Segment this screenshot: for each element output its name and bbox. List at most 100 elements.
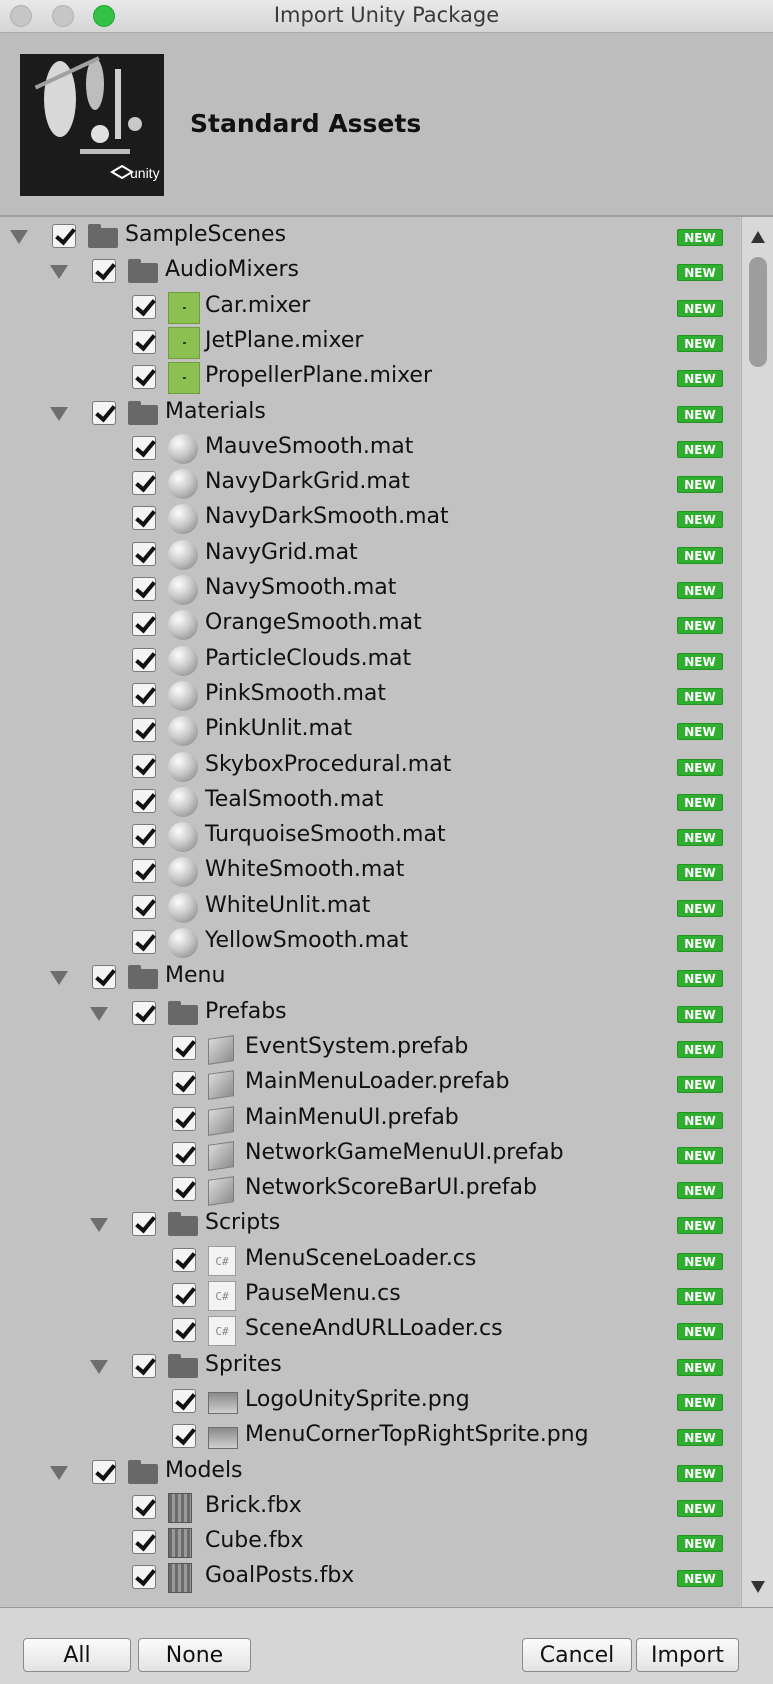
include-checkbox[interactable] xyxy=(92,1459,116,1484)
include-checkbox[interactable] xyxy=(132,1000,156,1025)
tree-row[interactable]: SkyboxProcedural.mat NEW xyxy=(0,750,740,785)
tree-row[interactable]: Menu NEW xyxy=(0,961,740,996)
include-checkbox[interactable] xyxy=(172,1141,196,1166)
tree-row[interactable]: LogoUnitySprite.png NEW xyxy=(0,1385,740,1420)
include-checkbox[interactable] xyxy=(132,577,156,601)
include-checkbox[interactable] xyxy=(172,1388,196,1413)
tree-row[interactable]: PropellerPlane.mixer NEW xyxy=(0,361,740,396)
tree-item-label: WhiteUnlit.mat xyxy=(205,892,371,918)
tree-row[interactable]: C# SceneAndURLLoader.cs NEW xyxy=(0,1314,740,1349)
expand-triangle-icon[interactable] xyxy=(90,1218,108,1233)
expand-triangle-icon[interactable] xyxy=(90,1006,108,1021)
tree-row[interactable]: NetworkGameMenuUI.prefab NEW xyxy=(0,1138,740,1173)
include-checkbox[interactable] xyxy=(172,1071,196,1096)
tree-row[interactable]: MenuCornerTopRightSprite.png NEW xyxy=(0,1420,740,1455)
include-checkbox[interactable] xyxy=(132,682,156,707)
include-checkbox[interactable] xyxy=(92,400,116,425)
tree-row[interactable]: SampleScenes NEW xyxy=(0,220,740,255)
include-checkbox[interactable] xyxy=(172,1283,196,1307)
expand-triangle-icon[interactable] xyxy=(90,1359,108,1374)
tree-row[interactable]: TurquoiseSmooth.mat NEW xyxy=(0,820,740,855)
include-checkbox[interactable] xyxy=(132,1494,156,1519)
scroll-down-arrow-icon[interactable] xyxy=(751,1581,765,1593)
tree-row[interactable]: NavyDarkGrid.mat NEW xyxy=(0,467,740,502)
include-checkbox[interactable] xyxy=(132,930,156,954)
include-checkbox[interactable] xyxy=(132,294,156,319)
include-checkbox[interactable] xyxy=(92,965,116,990)
include-checkbox[interactable] xyxy=(132,471,156,496)
tree-row[interactable]: Sprites NEW xyxy=(0,1350,740,1385)
tree-row[interactable]: NavyDarkSmooth.mat NEW xyxy=(0,502,740,537)
tree-row[interactable]: MainMenuUI.prefab NEW xyxy=(0,1103,740,1138)
scroll-thumb[interactable] xyxy=(749,257,767,367)
tree-row[interactable]: Scripts NEW xyxy=(0,1208,740,1243)
include-checkbox[interactable] xyxy=(132,1212,156,1237)
tree-row[interactable]: NavySmooth.mat NEW xyxy=(0,573,740,608)
include-checkbox[interactable] xyxy=(172,1318,196,1343)
include-checkbox[interactable] xyxy=(132,753,156,778)
tree-row[interactable]: GoalPosts.fbx NEW xyxy=(0,1561,740,1596)
tree-row[interactable]: PinkSmooth.mat NEW xyxy=(0,679,740,714)
expand-triangle-icon[interactable] xyxy=(50,406,68,421)
select-all-button[interactable]: All xyxy=(23,1638,131,1672)
tree-row[interactable]: EventSystem.prefab NEW xyxy=(0,1032,740,1067)
tree-row[interactable]: Brick.fbx NEW xyxy=(0,1491,740,1526)
tree-row[interactable]: Cube.fbx NEW xyxy=(0,1526,740,1561)
tree-row[interactable]: Prefabs NEW xyxy=(0,997,740,1032)
tree-row[interactable]: Models NEW xyxy=(0,1456,740,1491)
include-checkbox[interactable] xyxy=(172,1035,196,1060)
include-checkbox[interactable] xyxy=(132,365,156,390)
tree-row[interactable]: Materials NEW xyxy=(0,397,740,432)
sphere-icon xyxy=(168,469,198,500)
include-checkbox[interactable] xyxy=(132,718,156,743)
expand-triangle-icon[interactable] xyxy=(50,971,68,986)
vertical-scrollbar[interactable] xyxy=(741,217,773,1607)
include-checkbox[interactable] xyxy=(132,541,156,566)
include-checkbox[interactable] xyxy=(132,612,156,637)
tree-row[interactable]: MauveSmooth.mat NEW xyxy=(0,432,740,467)
include-checkbox[interactable] xyxy=(132,506,156,531)
expand-triangle-icon[interactable] xyxy=(10,230,28,244)
include-checkbox[interactable] xyxy=(172,1247,196,1272)
include-checkbox[interactable] xyxy=(52,224,76,248)
include-checkbox[interactable] xyxy=(132,859,156,884)
expand-triangle-icon[interactable] xyxy=(50,1465,68,1480)
tree-row[interactable]: NavyGrid.mat NEW xyxy=(0,538,740,573)
tree-row[interactable]: Car.mixer NEW xyxy=(0,291,740,326)
tree-row[interactable]: PinkUnlit.mat NEW xyxy=(0,714,740,749)
include-checkbox[interactable] xyxy=(172,1177,196,1202)
tree-row[interactable]: C# PauseMenu.cs NEW xyxy=(0,1279,740,1314)
tree-row[interactable]: ParticleClouds.mat NEW xyxy=(0,644,740,679)
cancel-button[interactable]: Cancel xyxy=(522,1638,632,1672)
tree-row[interactable]: TealSmooth.mat NEW xyxy=(0,785,740,820)
include-checkbox[interactable] xyxy=(132,788,156,813)
include-checkbox[interactable] xyxy=(132,1353,156,1378)
include-checkbox[interactable] xyxy=(132,1530,156,1555)
tree-item-label: NetworkGameMenuUI.prefab xyxy=(245,1139,564,1165)
expand-triangle-icon[interactable] xyxy=(50,265,68,280)
include-checkbox[interactable] xyxy=(132,894,156,919)
tree-row[interactable]: WhiteUnlit.mat NEW xyxy=(0,891,740,926)
tree-row[interactable]: YellowSmooth.mat NEW xyxy=(0,926,740,961)
tree-row[interactable]: AudioMixers NEW xyxy=(0,255,740,290)
tree-row[interactable]: JetPlane.mixer NEW xyxy=(0,326,740,361)
scroll-up-arrow-icon[interactable] xyxy=(751,231,765,243)
include-checkbox[interactable] xyxy=(132,824,156,849)
new-badge: NEW xyxy=(677,546,723,564)
include-checkbox[interactable] xyxy=(172,1106,196,1131)
include-checkbox[interactable] xyxy=(132,647,156,672)
include-checkbox[interactable] xyxy=(132,435,156,460)
tree-item-label: NavyDarkSmooth.mat xyxy=(205,504,449,530)
tree-item-label: NavyDarkGrid.mat xyxy=(205,469,410,495)
tree-row[interactable]: NetworkScoreBarUI.prefab NEW xyxy=(0,1173,740,1208)
tree-row[interactable]: MainMenuLoader.prefab NEW xyxy=(0,1067,740,1102)
include-checkbox[interactable] xyxy=(132,329,156,354)
tree-row[interactable]: C# MenuSceneLoader.cs NEW xyxy=(0,1244,740,1279)
include-checkbox[interactable] xyxy=(92,259,116,284)
import-button[interactable]: Import xyxy=(636,1638,739,1672)
select-none-button[interactable]: None xyxy=(138,1638,251,1672)
include-checkbox[interactable] xyxy=(132,1565,156,1590)
tree-row[interactable]: WhiteSmooth.mat NEW xyxy=(0,855,740,890)
tree-row[interactable]: OrangeSmooth.mat NEW xyxy=(0,608,740,643)
include-checkbox[interactable] xyxy=(172,1424,196,1449)
